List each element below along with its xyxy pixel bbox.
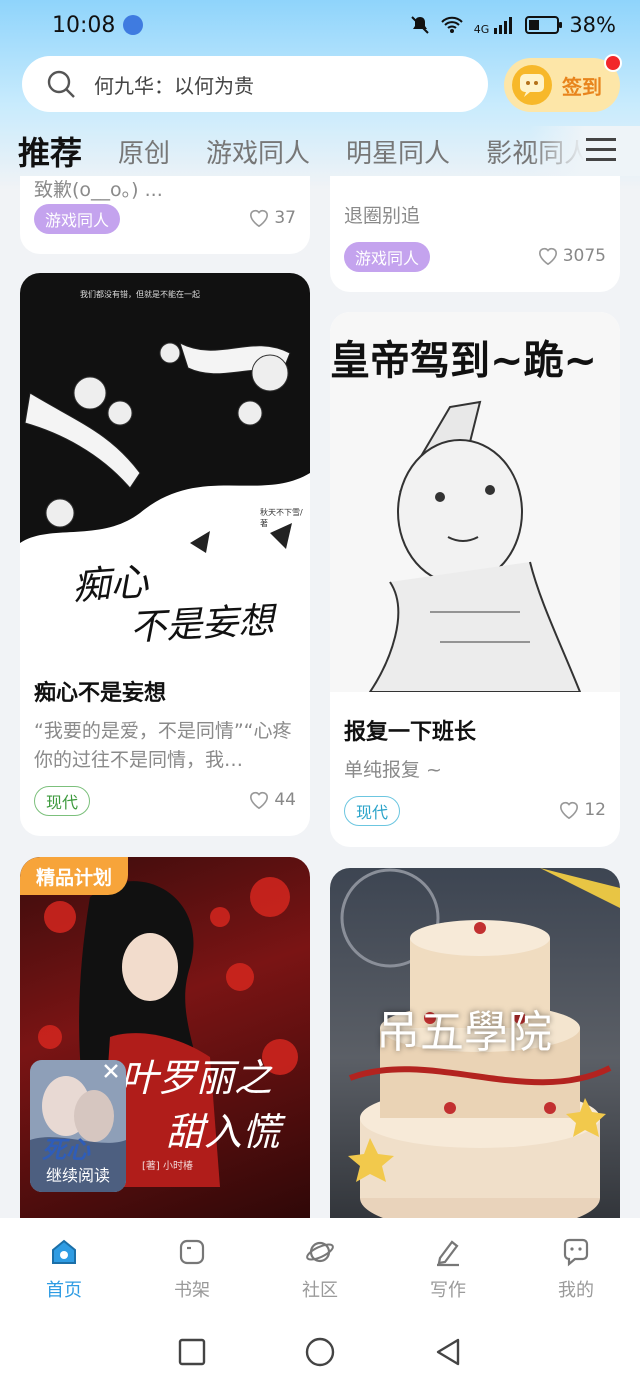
battery-percent: 38% <box>569 13 616 37</box>
genre-tag: 游戏同人 <box>344 242 431 272</box>
notification-dot <box>604 54 622 72</box>
status-time: 10:08 <box>52 12 116 38</box>
card-desc: 退圈别追 <box>344 205 421 227</box>
nav-home[interactable]: 首页 <box>0 1218 128 1316</box>
book-card[interactable]: 皇 退圈别追 游戏同人 3075 <box>330 176 620 292</box>
genre-tag: 现代 <box>34 786 91 816</box>
home-button-icon[interactable] <box>304 1336 336 1368</box>
book-card[interactable]: 吊五學院 <box>330 868 620 1218</box>
book-card[interactable]: 致歉(o__o。) ... 游戏同人 37 <box>20 176 310 254</box>
premium-badge: 精品计划 <box>20 857 129 895</box>
signal-icon <box>494 17 513 34</box>
status-icons: 4G 38% <box>410 13 616 37</box>
checkin-face-icon <box>512 65 552 105</box>
genre-tag: 游戏同人 <box>34 204 121 234</box>
book-cover: 皇帝驾到~跪~ <box>330 312 620 692</box>
back-icon[interactable] <box>434 1337 462 1367</box>
cover-author: [著] 小时椿 <box>142 1161 193 1172</box>
search-placeholder: 何九华：以何为贵 <box>94 73 254 98</box>
chat-face-icon <box>563 1238 589 1267</box>
menu-icon[interactable] <box>586 136 616 164</box>
card-desc: 单纯报复 ~ <box>344 759 442 781</box>
like-count[interactable]: 44 <box>248 790 296 810</box>
tab-original[interactable]: 原创 <box>118 133 170 170</box>
mute-icon <box>411 16 429 34</box>
heart-icon <box>560 801 579 820</box>
tab-game-fanfic[interactable]: 游戏同人 <box>206 133 310 170</box>
close-icon[interactable] <box>100 1060 122 1082</box>
genre-tag: 现代 <box>344 796 401 826</box>
bottom-navigation: 首页 书架 社区 写作 我的 <box>0 1218 640 1316</box>
card-title: 痴心不是妄想 <box>34 681 167 706</box>
tab-recommend[interactable]: 推荐 <box>18 128 82 174</box>
nav-me[interactable]: 我的 <box>512 1218 640 1316</box>
card-desc: “我要的是爱，不是同情”“心疼你的过往不是同情，我… <box>34 720 292 771</box>
checkin-label: 签到 <box>562 74 602 99</box>
continue-cover-text: 死心 <box>42 1136 90 1164</box>
heart-icon <box>538 247 557 266</box>
search-bar[interactable]: 何九华：以何为贵 <box>22 56 488 112</box>
search-icon <box>47 70 75 98</box>
app-notification-icon <box>123 15 144 35</box>
nav-community[interactable]: 社区 <box>256 1218 384 1316</box>
cover-author: 秋天不下雪/著 <box>260 508 303 528</box>
book-card[interactable]: 我们都没有错，但就是不能在一起 秋天不下雪/著 痴心 不是妄想 痴心不是妄想 “… <box>20 273 310 836</box>
book-card[interactable]: 皇帝驾到~跪~ 报复一下班长 单纯报复 ~ 现代 12 <box>330 312 620 847</box>
book-cover: 我们都没有错，但就是不能在一起 秋天不下雪/著 痴心 不是妄想 <box>20 273 310 651</box>
book-cover: 吊五學院 <box>330 868 620 1218</box>
card-desc: 致歉(o__o。) ... <box>34 179 163 201</box>
continue-label: 继续阅读 <box>45 1166 110 1185</box>
bookshelf-icon <box>179 1239 205 1265</box>
heart-icon <box>250 791 269 810</box>
like-count[interactable]: 12 <box>558 800 606 820</box>
like-count[interactable]: 37 <box>248 208 296 228</box>
status-bar: 10:08 4G 38% <box>0 0 640 50</box>
cover-title-1: 叶罗丽之 <box>120 1056 273 1100</box>
home-icon <box>52 1239 76 1264</box>
cover-title-2: 甜入慌 <box>166 1110 281 1154</box>
pen-icon <box>437 1240 459 1267</box>
cover-title: 吊五學院 <box>376 1007 552 1058</box>
checkin-button[interactable]: 签到 <box>504 58 620 112</box>
tab-celebrity-fanfic[interactable]: 明星同人 <box>346 133 450 170</box>
card-title: 报复一下班长 <box>344 720 477 745</box>
cover-meme-drawing <box>368 400 582 692</box>
like-count[interactable]: 3075 <box>537 246 606 266</box>
network-type: 4G <box>473 23 490 36</box>
recent-apps-icon[interactable] <box>178 1338 206 1366</box>
wifi-icon <box>441 16 463 33</box>
heart-icon <box>250 209 269 228</box>
battery-icon <box>525 16 563 34</box>
nav-bookshelf[interactable]: 书架 <box>128 1218 256 1316</box>
system-navigation <box>0 1316 640 1387</box>
cover-title-line2: 不是妄想 <box>129 600 276 649</box>
nav-write[interactable]: 写作 <box>384 1218 512 1316</box>
planet-icon <box>306 1241 334 1263</box>
tab-fade <box>530 126 640 176</box>
cover-small-text: 我们都没有错，但就是不能在一起 <box>80 290 200 299</box>
